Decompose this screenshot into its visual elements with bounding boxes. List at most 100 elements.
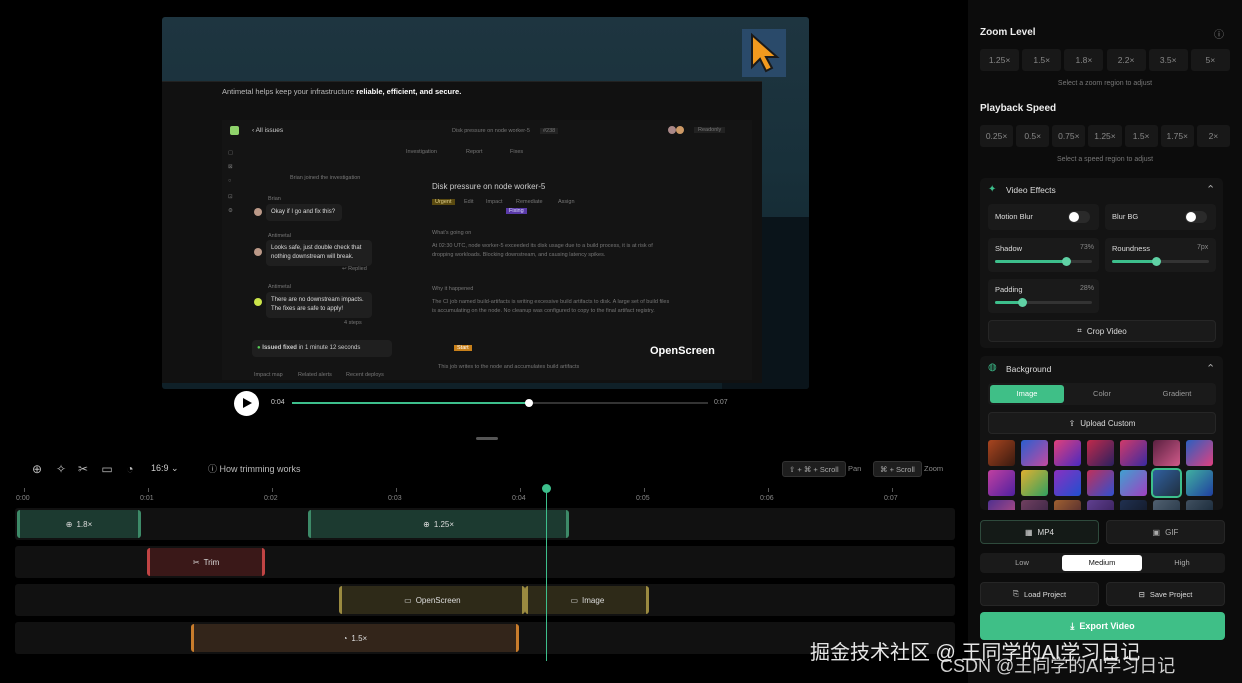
zoom-level-option[interactable]: 1.25× xyxy=(980,49,1020,71)
tab-gradient[interactable]: Gradient xyxy=(1140,385,1214,403)
background-swatch[interactable] xyxy=(1151,468,1182,498)
speed-clip[interactable]: ◔ 1.5× xyxy=(190,624,520,652)
background-swatch[interactable] xyxy=(1186,500,1213,510)
play-button[interactable] xyxy=(234,391,259,416)
speed-icon[interactable]: ◔ xyxy=(123,462,137,476)
upload-custom-button[interactable]: ⇪ Upload Custom xyxy=(988,412,1216,434)
ruler-label: 0:04 xyxy=(512,495,526,502)
zoom-level-option[interactable]: 1.5× xyxy=(1022,49,1062,71)
roundness-slider[interactable] xyxy=(1112,257,1209,266)
annotation-icon[interactable]: ▭ xyxy=(100,462,114,476)
scissors-icon[interactable]: ✂ xyxy=(76,462,90,476)
padding-slider[interactable] xyxy=(995,298,1092,307)
quality-high[interactable]: High xyxy=(1142,555,1222,571)
background-swatch[interactable] xyxy=(988,440,1015,466)
load-project-button[interactable]: ⎘ Load Project xyxy=(980,582,1099,606)
chat-message: Okay if I go and fix this? xyxy=(266,204,342,221)
background-swatch[interactable] xyxy=(1153,440,1180,466)
help-icon[interactable]: ⓘ xyxy=(1214,26,1224,41)
background-swatch[interactable] xyxy=(1186,470,1213,496)
film-icon: ▦ xyxy=(1024,527,1033,537)
seek-bar[interactable] xyxy=(292,399,708,407)
background-swatch[interactable] xyxy=(1120,470,1147,496)
aspect-ratio-select[interactable]: 16:9 ⌄ xyxy=(151,463,179,474)
background-swatch[interactable] xyxy=(1087,470,1114,496)
annotation-icon: ▭ xyxy=(404,595,412,605)
save-project-button[interactable]: ⊟ Save Project xyxy=(1106,582,1225,606)
zoom-clip[interactable]: ⊕ 1.25× xyxy=(308,510,569,538)
chevron-up-icon[interactable]: ⌃ xyxy=(1206,362,1215,375)
background-swatch[interactable] xyxy=(1021,440,1048,466)
palette-icon: ◍ xyxy=(988,362,997,373)
seek-knob[interactable] xyxy=(525,399,534,407)
background-swatch[interactable] xyxy=(1087,440,1114,466)
background-swatch[interactable] xyxy=(1120,500,1147,510)
background-swatch[interactable] xyxy=(1054,440,1081,466)
trim-track[interactable]: ✂ Trim xyxy=(15,546,955,578)
playhead[interactable] xyxy=(542,484,552,661)
sparkles-icon: ✦ xyxy=(988,184,997,195)
zoom-level-option[interactable]: 2.2× xyxy=(1106,49,1146,71)
readonly-button: Readonly xyxy=(694,127,726,133)
format-gif[interactable]: ▣ GIF xyxy=(1106,520,1225,544)
format-mp4[interactable]: ▦ MP4 xyxy=(980,520,1099,544)
magic-wand-icon[interactable]: ✧ xyxy=(54,462,68,476)
ruler-tick xyxy=(520,488,521,492)
speed-option[interactable]: 1.75× xyxy=(1160,125,1194,147)
zoom-in-icon[interactable]: ⊕ xyxy=(30,462,44,476)
zoom-label: Zoom xyxy=(924,464,944,473)
crop-video-button[interactable]: ⌗ Crop Video xyxy=(988,320,1216,342)
brand-label: OpenScreen xyxy=(650,345,715,357)
video-preview[interactable]: Antimetal helps keep your infrastructure… xyxy=(162,17,809,389)
background-swatch[interactable] xyxy=(988,470,1015,496)
blur-bg-label: Blur BG xyxy=(1112,212,1139,221)
annotation-track[interactable]: ▭ OpenScreen ▭ Image xyxy=(15,584,955,616)
tab-image[interactable]: Image xyxy=(990,385,1064,403)
background-swatch[interactable] xyxy=(1054,500,1081,510)
zoom-level-option[interactable]: 5× xyxy=(1190,49,1230,71)
quality-medium[interactable]: Medium xyxy=(1062,555,1142,571)
background-swatch[interactable] xyxy=(1021,500,1048,510)
motion-blur-toggle[interactable] xyxy=(1068,211,1090,223)
chevron-up-icon[interactable]: ⌃ xyxy=(1206,183,1215,196)
ann-clip[interactable]: ▭ Image xyxy=(525,586,650,614)
background-swatch[interactable] xyxy=(988,500,1015,510)
speed-option[interactable]: 0.25× xyxy=(980,125,1014,147)
speed-option[interactable]: 0.75× xyxy=(1052,125,1086,147)
motion-blur-row: Motion Blur xyxy=(988,204,1099,230)
background-swatch[interactable] xyxy=(1054,470,1081,496)
settings-sidebar: Zoom Level ⓘ 1.25× 1.5× 1.8× 2.2× 3.5× 5× Sel… xyxy=(968,0,1242,683)
background-swatch[interactable] xyxy=(1021,470,1048,496)
background-swatch[interactable] xyxy=(1186,440,1213,466)
shadow-slider[interactable] xyxy=(995,257,1092,266)
speed-option[interactable]: 2× xyxy=(1196,125,1230,147)
zoom-clip[interactable]: ⊕ 1.8× xyxy=(17,510,141,538)
help-icon: ⓘ xyxy=(208,464,218,474)
zoom-level-option[interactable]: 3.5× xyxy=(1148,49,1188,71)
background-tabs: Image Color Gradient xyxy=(988,383,1216,405)
blur-bg-row: Blur BG xyxy=(1105,204,1216,230)
msg-author: Antimetal xyxy=(268,284,291,290)
recorded-screen: Antimetal helps keep your infrastructure… xyxy=(162,81,762,383)
ann-clip[interactable]: ▭ OpenScreen xyxy=(339,586,526,614)
ruler-tick xyxy=(396,488,397,492)
quality-low[interactable]: Low xyxy=(982,555,1062,571)
zoom-level-option[interactable]: 1.8× xyxy=(1064,49,1104,71)
speed-option[interactable]: 1.25× xyxy=(1088,125,1122,147)
trim-clip[interactable]: ✂ Trim xyxy=(147,548,265,576)
pan-shortcut: ⇧ + ⌘ + Scroll xyxy=(782,461,846,477)
speed-option[interactable]: 1.5× xyxy=(1124,125,1158,147)
zoom-track[interactable]: ⊕ 1.8× ⊕ 1.25× xyxy=(15,508,955,540)
how-trimming-link[interactable]: ⓘ How trimming works xyxy=(208,462,301,475)
resize-handle[interactable] xyxy=(476,437,498,440)
background-swatch[interactable] xyxy=(1087,500,1114,510)
blur-bg-toggle[interactable] xyxy=(1185,211,1207,223)
tagline: Antimetal helps keep your infrastructure… xyxy=(222,87,462,96)
time-ruler[interactable]: 0:00 0:01 0:02 0:03 0:04 0:05 0:06 0:07 xyxy=(15,488,955,506)
zoom-in-icon: ⊕ xyxy=(423,519,430,529)
tab-color[interactable]: Color xyxy=(1065,385,1139,403)
speed-option[interactable]: 0.5× xyxy=(1016,125,1050,147)
background-swatch[interactable] xyxy=(1120,440,1147,466)
ruler-label: 0:00 xyxy=(16,495,30,502)
background-swatch[interactable] xyxy=(1153,500,1180,510)
